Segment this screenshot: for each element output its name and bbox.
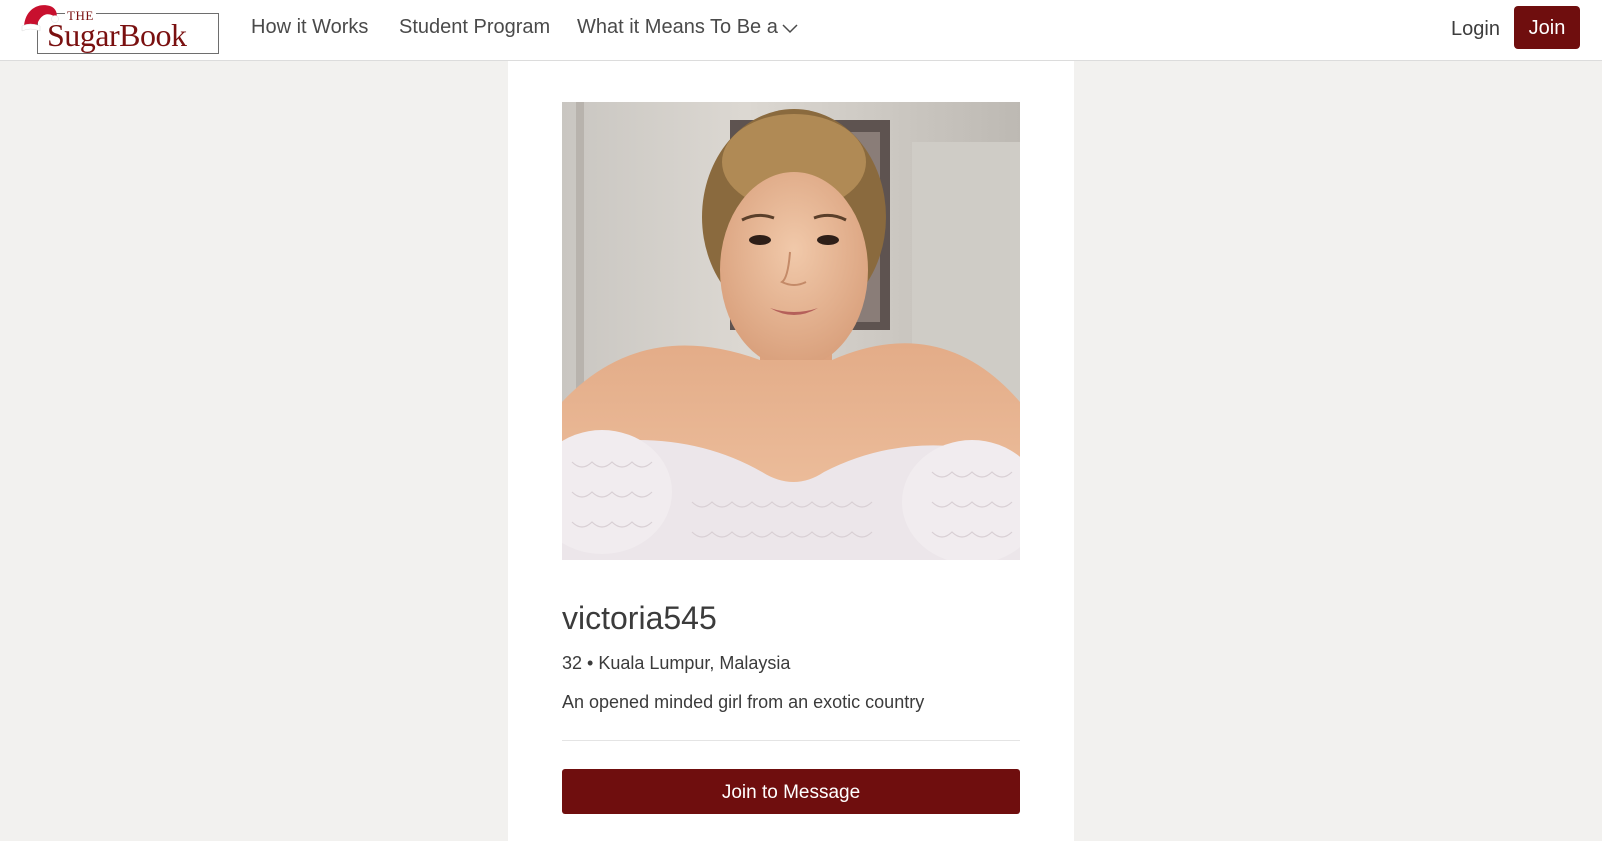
logo-wordmark: SugarBook — [47, 17, 187, 53]
profile-username: victoria545 — [562, 600, 717, 636]
nav-student-program[interactable]: Student Program — [399, 14, 550, 40]
chevron-down-icon — [782, 23, 798, 33]
profile-tagline: An opened minded girl from an exotic cou… — [562, 692, 925, 712]
login-link[interactable]: Login — [1451, 16, 1500, 42]
profile-photo-image — [562, 102, 1020, 560]
top-navigation-bar: THE SugarBook How it Works Student Progr… — [0, 0, 1602, 61]
profile-age-location: 32 • Kuala Lumpur, Malaysia — [562, 653, 791, 673]
santa-hat-icon — [21, 5, 59, 32]
nav-what-it-means-dropdown[interactable]: What it Means To Be a — [577, 14, 798, 40]
nav-what-it-means-label: What it Means To Be a — [577, 16, 778, 38]
join-to-message-button[interactable]: Join to Message — [562, 769, 1020, 814]
sugarbook-logo[interactable]: THE SugarBook — [37, 9, 219, 54]
divider — [562, 740, 1020, 741]
profile-photo[interactable] — [562, 102, 1020, 560]
profile-card: victoria545 32 • Kuala Lumpur, Malaysia … — [508, 61, 1074, 841]
nav-how-it-works[interactable]: How it Works — [251, 14, 368, 40]
join-button[interactable]: Join — [1514, 6, 1580, 49]
